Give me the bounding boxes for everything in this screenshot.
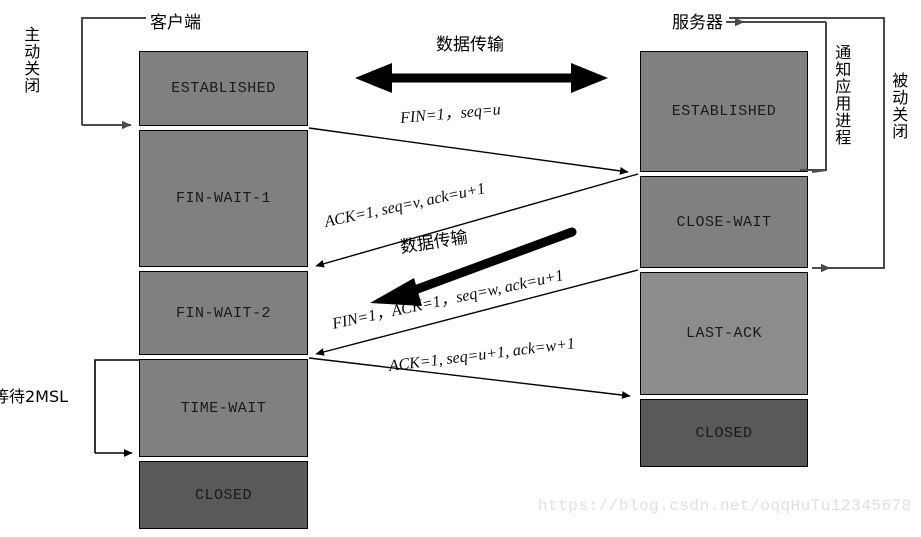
state-label: CLOSED	[695, 424, 753, 442]
message-fin-2-label: FIN=1，ACK=1，seq=w, ack=u+1	[330, 267, 566, 333]
passive-close-label: 被动关闭	[889, 72, 909, 140]
server-state-established: ESTABLISHED	[640, 51, 808, 172]
state-label: CLOSED	[194, 486, 252, 504]
wait-2msl-bracket	[94, 359, 139, 457]
client-state-time-wait: TIME-WAIT	[139, 359, 308, 457]
client-state-established: ESTABLISHED	[139, 51, 308, 126]
client-title: 客户端	[150, 13, 201, 33]
server-state-last-ack: LAST-ACK	[640, 272, 808, 395]
active-close-label: 主动关闭	[21, 26, 41, 94]
state-label: LAST-ACK	[685, 325, 762, 342]
tcp-four-way-handshake-diagram: 客户端 服务器 主动关闭 通知应用进程 被动关闭 等待2MSL ESTABLIS…	[0, 0, 921, 537]
state-label: CLOSE-WAIT	[676, 213, 772, 231]
data-transfer-top-label: 数据传输	[436, 35, 504, 55]
server-state-close-wait: CLOSE-WAIT	[640, 176, 808, 268]
state-label: FIN-WAIT-2	[175, 304, 271, 322]
client-state-fin-wait-2: FIN-WAIT-2	[139, 271, 308, 355]
notify-app-label: 通知应用进程	[832, 44, 852, 146]
client-state-fin-wait-1: FIN-WAIT-1	[139, 130, 308, 267]
state-label: ESTABLISHED	[671, 103, 777, 120]
watermark: https://blog.csdn.net/oqqHuTu12345678	[538, 497, 912, 515]
message-fin-1-label: FIN=1，seq=u	[399, 101, 502, 127]
message-ack-2-label: ACK=1, seq=u+1, ack=w+1	[387, 335, 576, 375]
active-close-bracket	[81, 17, 132, 130]
state-label: ESTABLISHED	[171, 80, 276, 97]
server-state-closed: CLOSED	[640, 399, 808, 467]
data-transfer-mid-label: 数据传输	[398, 227, 470, 258]
server-title: 服务器	[672, 13, 723, 33]
data-transfer-top-arrow	[355, 63, 608, 93]
message-fin-1-arrow	[308, 127, 629, 175]
client-state-closed: CLOSED	[139, 461, 308, 529]
wait-2msl-label: 等待2MSL	[0, 387, 69, 406]
state-label: TIME-WAIT	[180, 399, 267, 417]
state-label: FIN-WAIT-1	[175, 190, 271, 207]
